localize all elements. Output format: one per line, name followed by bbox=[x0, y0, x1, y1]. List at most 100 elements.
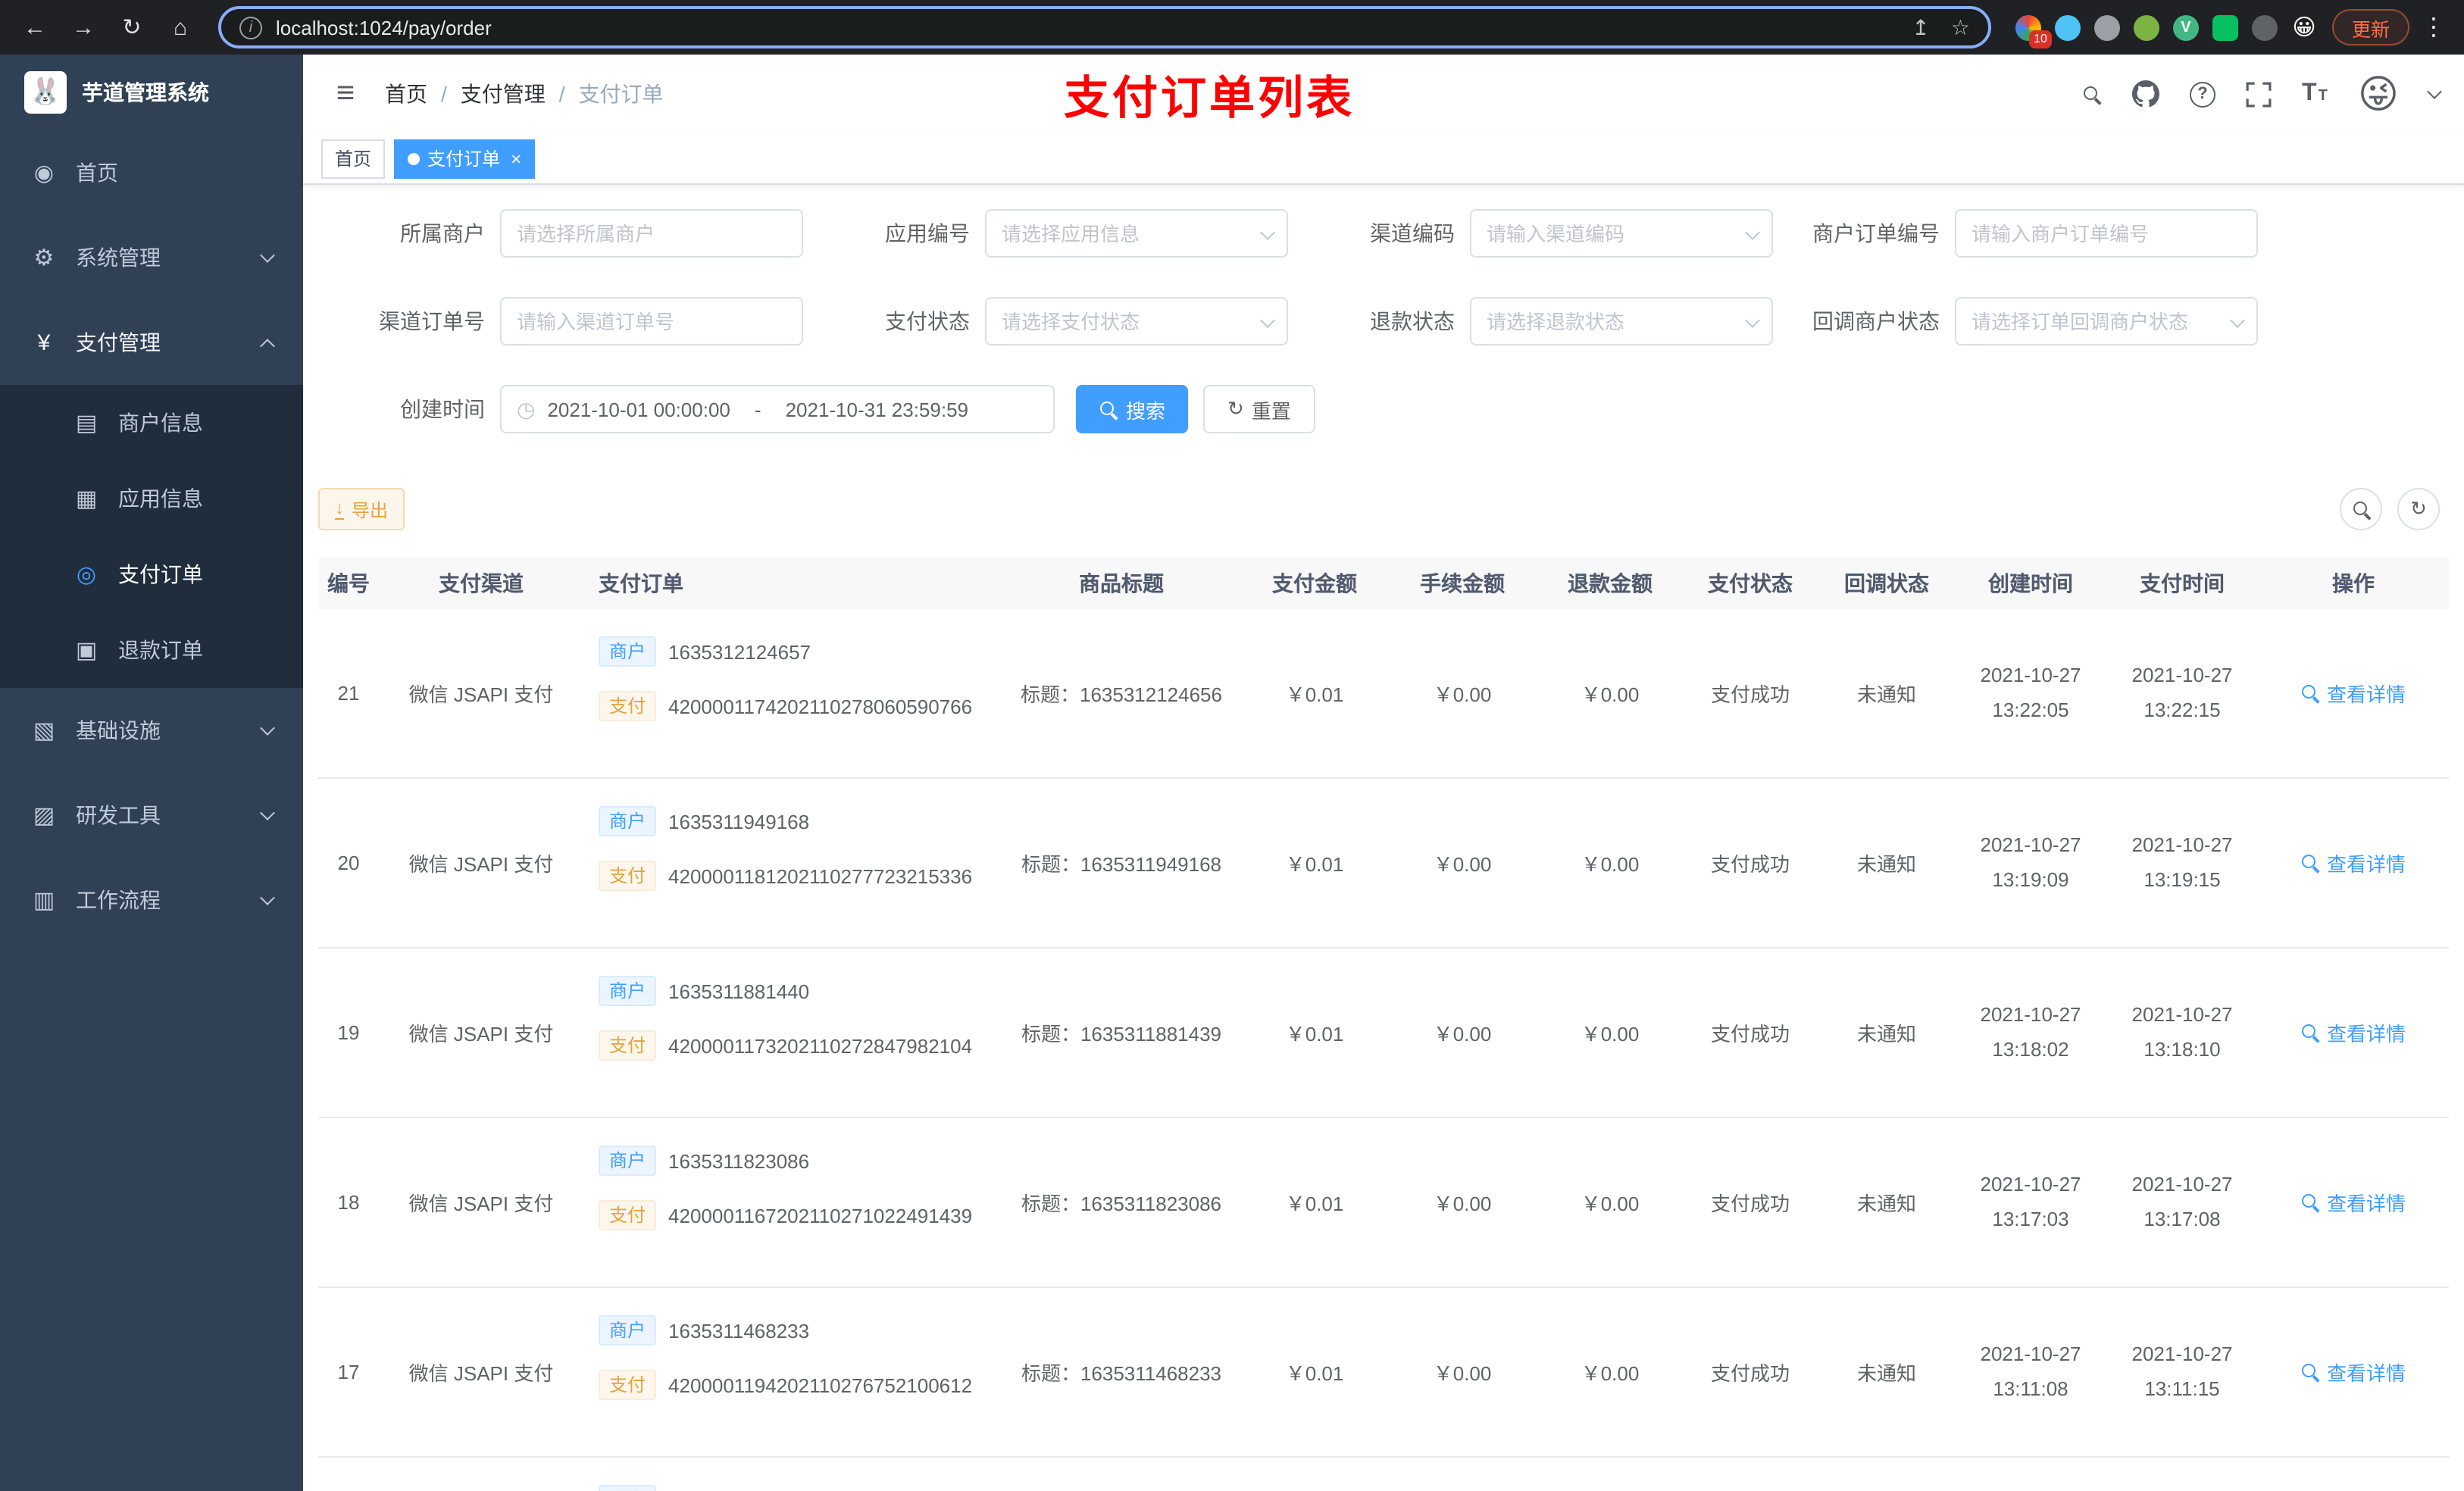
table-row: 18 微信 JSAPI 支付 商户 1635311823086 支付 42000… bbox=[318, 1118, 2449, 1288]
tab-pay-order[interactable]: 支付订单 × bbox=[394, 139, 536, 178]
browser-update-button[interactable]: 更新 bbox=[2331, 9, 2409, 45]
sidebar-item-app-info[interactable]: ▦ 应用信息 bbox=[0, 461, 303, 536]
sidebar-item-refund-order[interactable]: ▣ 退款订单 bbox=[0, 612, 303, 688]
refresh-table-button[interactable]: ↻ bbox=[2397, 488, 2440, 530]
pay-status-input[interactable] bbox=[985, 297, 1288, 345]
app-grid-icon: ▦ bbox=[75, 486, 98, 512]
app-filter-select[interactable] bbox=[985, 209, 1288, 258]
table-header: 编号 支付渠道 支付订单 商品标题 支付金额 手续金额 退款金额 支付状态 回调… bbox=[318, 558, 2449, 609]
extension-icon-colorful[interactable]: 10 bbox=[2015, 14, 2052, 48]
app-filter-input[interactable] bbox=[985, 209, 1288, 258]
filter-refund-status: 退款状态 bbox=[1288, 297, 1773, 345]
cell-fee: ￥0.00 bbox=[1433, 853, 1492, 876]
toggle-search-button[interactable] bbox=[2340, 488, 2382, 530]
extension-icon-gray[interactable] bbox=[2093, 14, 2120, 40]
channel-order-no-field[interactable] bbox=[500, 297, 803, 345]
merchant-filter-field[interactable] bbox=[500, 209, 803, 258]
cell-pay-time: 2021-10-27 13:22:15 bbox=[2106, 609, 2258, 777]
github-icon[interactable] bbox=[2132, 80, 2159, 108]
question-icon[interactable]: ? bbox=[2190, 81, 2215, 107]
pay-status-select[interactable] bbox=[985, 297, 1288, 345]
cell-status: 支付成功 bbox=[1710, 1362, 1790, 1385]
avatar-caret-icon[interactable] bbox=[2427, 83, 2442, 98]
column-header-channel: 支付渠道 bbox=[439, 571, 524, 595]
view-detail-link[interactable]: 查看详情 bbox=[2301, 1358, 2406, 1386]
sidebar-item-devtools[interactable]: ▨ 研发工具 bbox=[0, 773, 303, 858]
view-detail-link[interactable]: 查看详情 bbox=[2301, 849, 2406, 877]
extension-badge: 10 bbox=[2029, 30, 2052, 48]
sidebar-item-pay-order[interactable]: ◎ 支付订单 bbox=[0, 536, 303, 612]
channel-code-input[interactable] bbox=[1470, 209, 1773, 258]
tab-close-icon[interactable]: × bbox=[511, 148, 521, 169]
merchant-filter-input[interactable] bbox=[500, 209, 803, 258]
sidebar-item-label: 支付订单 bbox=[118, 562, 203, 586]
view-detail-link[interactable]: 查看详情 bbox=[2301, 679, 2406, 708]
vue-devtools-icon[interactable]: V bbox=[2172, 14, 2199, 40]
reset-button[interactable]: ↻ 重置 bbox=[1203, 385, 1315, 433]
filter-row-1: 所属商户 应用编号 渠道编码 bbox=[318, 209, 2449, 258]
refund-status-input[interactable] bbox=[1470, 297, 1773, 345]
breadcrumb-current: 支付订单 bbox=[578, 82, 664, 106]
search-button[interactable]: 搜索 bbox=[1076, 385, 1189, 433]
wechat-devtools-icon[interactable] bbox=[2212, 14, 2238, 40]
hamburger-icon[interactable]: ≡ bbox=[327, 76, 364, 112]
merchant-order-line: 商户 1635311949168 bbox=[599, 806, 809, 836]
pinned-extension-icon[interactable] bbox=[2251, 14, 2278, 40]
cell-amount: ￥0.01 bbox=[1285, 1362, 1344, 1385]
sidebar-item-infra[interactable]: ▧ 基础设施 bbox=[0, 688, 303, 773]
tab-home[interactable]: 首页 bbox=[321, 139, 386, 178]
notify-status-input[interactable] bbox=[1955, 297, 2258, 345]
pay-tag: 支付 bbox=[599, 1030, 657, 1061]
export-button[interactable]: ↓ 导出 bbox=[318, 488, 405, 530]
sidebar-item-system[interactable]: ⚙ 系统管理 bbox=[0, 215, 303, 300]
site-info-icon[interactable]: i bbox=[239, 16, 262, 39]
sidebar-item-workflow[interactable]: ▥ 工作流程 bbox=[0, 858, 303, 942]
user-avatar[interactable]: 😜 bbox=[2358, 74, 2399, 114]
sidebar-item-home[interactable]: ◉ 首页 bbox=[0, 130, 303, 215]
sidebar-item-merchant-info[interactable]: ▤ 商户信息 bbox=[0, 385, 303, 461]
extension-icon-blue[interactable] bbox=[2054, 14, 2081, 40]
sidebar-item-label: 应用信息 bbox=[118, 486, 203, 511]
channel-code-select[interactable] bbox=[1470, 209, 1773, 258]
browser-forward-button[interactable]: → bbox=[64, 8, 103, 47]
refund-status-select[interactable] bbox=[1470, 297, 1773, 345]
cell-title: 标题：1635312124656 bbox=[1021, 683, 1222, 706]
merchant-order-no-field[interactable] bbox=[1955, 209, 2258, 258]
fullscreen-icon[interactable] bbox=[2246, 81, 2272, 107]
cell-id: 21 bbox=[337, 682, 360, 705]
browser-menu-icon[interactable]: ⋮ bbox=[2419, 12, 2449, 42]
channel-order-no-label: 渠道订单号 bbox=[379, 309, 485, 333]
sidebar: 🐰 芋道管理系统 ◉ 首页 ⚙ 系统管理 ¥ 支付管理 ▤ 商户信息 ▦ 应用信… bbox=[0, 55, 303, 1491]
cell-refund: ￥0.00 bbox=[1581, 1362, 1640, 1385]
breadcrumb-home[interactable]: 首页 bbox=[385, 79, 427, 109]
chevron-down-icon bbox=[260, 720, 275, 735]
create-time-range-picker[interactable]: ◷ 2021-10-01 00:00:00 - 2021-10-31 23:59… bbox=[500, 385, 1055, 433]
pay-time: 13:11:15 bbox=[2144, 1377, 2220, 1399]
address-bar[interactable]: i localhost:1024/pay/order ↥ ☆ bbox=[218, 6, 1991, 48]
notify-status-select[interactable] bbox=[1955, 297, 2258, 345]
app-logo[interactable]: 🐰 芋道管理系统 bbox=[0, 55, 303, 130]
cell-pay-time: 2021-10-27 13:19:15 bbox=[2106, 779, 2258, 947]
breadcrumb-payment[interactable]: 支付管理 bbox=[461, 79, 546, 109]
channel-order-no-input[interactable] bbox=[500, 297, 803, 345]
extension-icon-olive[interactable] bbox=[2133, 14, 2159, 40]
pay-tag: 支付 bbox=[599, 861, 657, 891]
merchant-order-no-input[interactable] bbox=[1955, 209, 2258, 258]
content-area: 所属商户 应用编号 渠道编码 bbox=[303, 185, 2464, 1491]
sidebar-item-payment[interactable]: ¥ 支付管理 bbox=[0, 300, 303, 385]
bookmark-star-icon[interactable]: ☆ bbox=[1951, 14, 1970, 40]
browser-profile-avatar[interactable]: 😀 bbox=[2291, 14, 2317, 41]
table-toolbar: ↓ 导出 ↻ bbox=[318, 488, 2449, 530]
cell-title bbox=[1000, 1458, 1243, 1491]
cell-amount: ￥0.01 bbox=[1285, 1192, 1344, 1215]
browser-reload-button[interactable]: ↻ bbox=[112, 8, 152, 47]
merchant-order-no: 1635311881440 bbox=[668, 980, 810, 1002]
browser-home-button[interactable]: ⌂ bbox=[161, 8, 200, 47]
chevron-down-icon bbox=[260, 247, 275, 262]
share-icon[interactable]: ↥ bbox=[1912, 14, 1929, 40]
view-detail-link[interactable]: 查看详情 bbox=[2301, 1188, 2406, 1217]
search-icon[interactable] bbox=[2082, 84, 2102, 104]
view-detail-link[interactable]: 查看详情 bbox=[2301, 1018, 2406, 1047]
browser-back-button[interactable]: ← bbox=[15, 8, 55, 47]
font-size-icon[interactable]: TT bbox=[2302, 80, 2328, 108]
